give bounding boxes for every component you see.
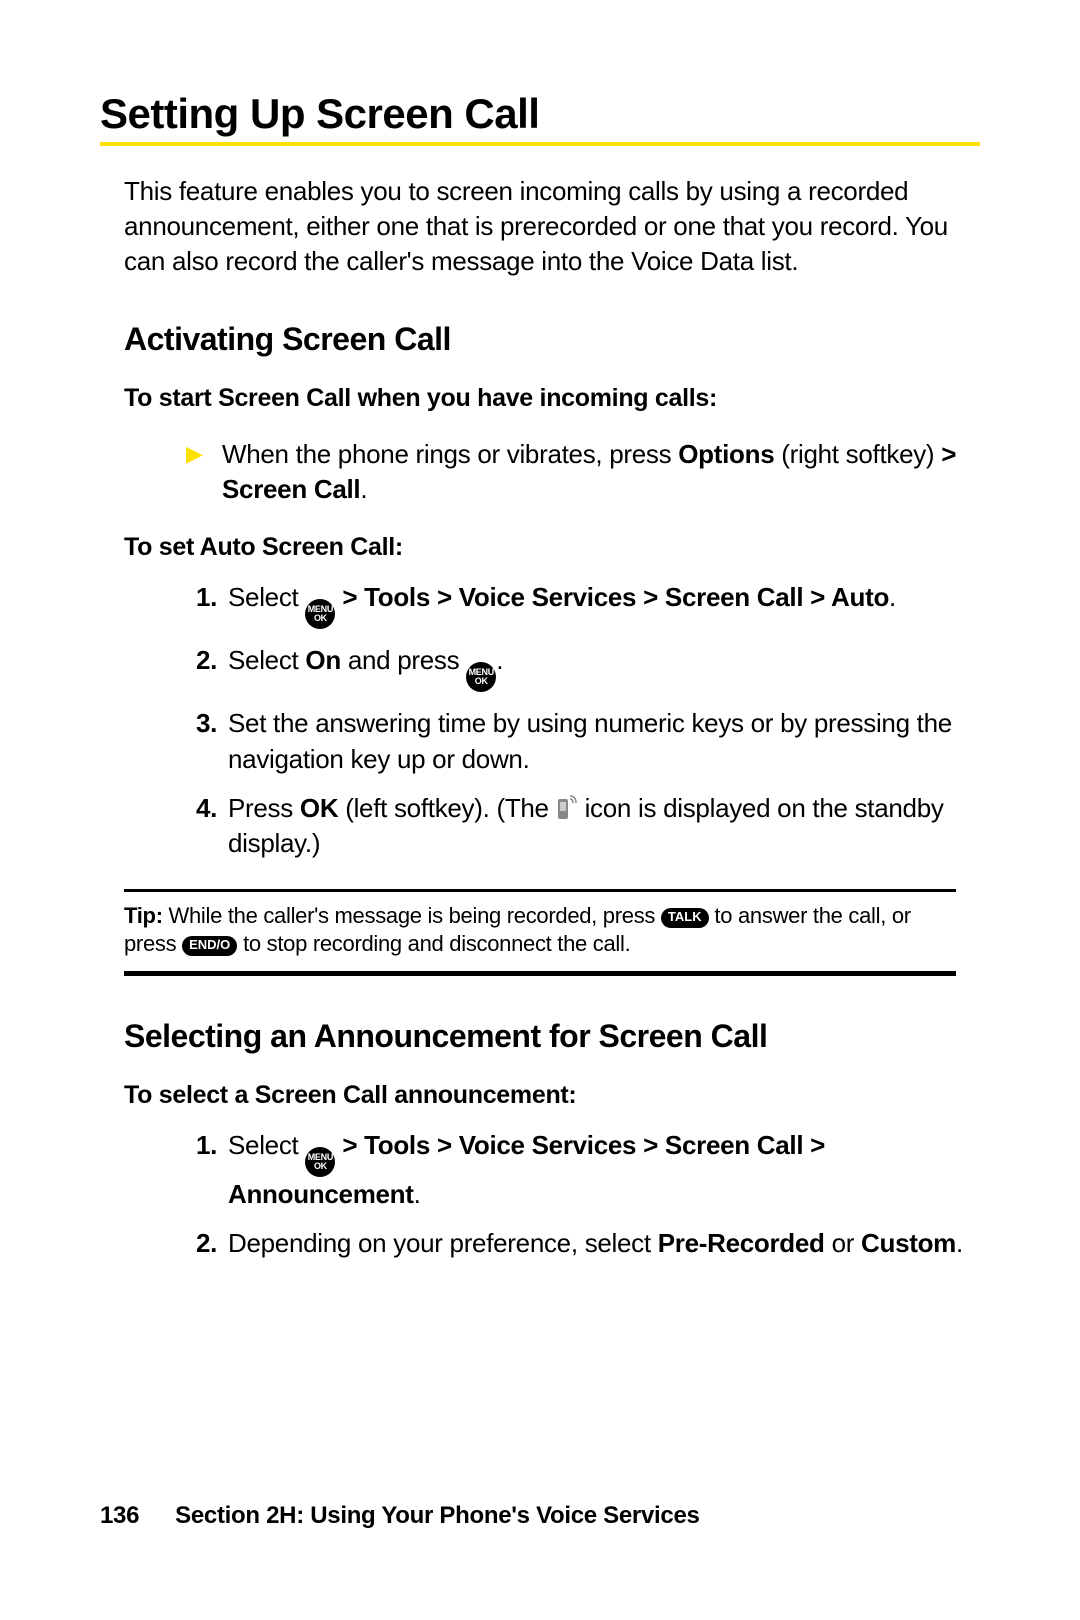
section-label: Section 2H: Using Your Phone's Voice Ser… (175, 1502, 699, 1529)
page-footer: 136 Section 2H: Using Your Phone's Voice … (100, 1502, 700, 1530)
text: . (360, 474, 367, 504)
text-bold: > Tools > Voice Services > Screen Call >… (335, 582, 889, 612)
bullet-incoming-call: ▶ When the phone rings or vibrates, pres… (186, 437, 980, 507)
menu-ok-icon: MENUOK (305, 599, 335, 629)
step-2: Select On and press MENUOK. (224, 643, 980, 692)
menu-ok-icon: MENUOK (305, 1147, 335, 1177)
end-button-icon: END/O (182, 936, 237, 956)
lead-start-screencall: To start Screen Call when you have incom… (124, 384, 980, 413)
text: or (825, 1228, 861, 1258)
intro-paragraph: This feature enables you to screen incom… (124, 174, 980, 279)
text-bold: OK (300, 793, 338, 823)
tip-label: Tip: (124, 903, 163, 928)
text: While the caller's message is being reco… (163, 903, 661, 928)
text: . (496, 645, 503, 675)
steps-announcement: Select MENUOK > Tools > Voice Services >… (186, 1128, 980, 1261)
text: to stop recording and disconnect the cal… (237, 931, 630, 956)
step-1: Select MENUOK > Tools > Voice Services >… (224, 1128, 980, 1212)
text-bold: On (305, 645, 341, 675)
text-bold: Custom (861, 1228, 956, 1258)
step-4: Press OK (left softkey). (The icon is di… (224, 791, 980, 861)
lead-auto-screencall: To set Auto Screen Call: (124, 533, 980, 562)
subheading-activating: Activating Screen Call (124, 321, 980, 358)
text: Depending on your preference, select (228, 1228, 658, 1258)
text-bold: Options (678, 439, 774, 469)
text: and press (341, 645, 466, 675)
text: Select (228, 1130, 305, 1160)
text: Press (228, 793, 300, 823)
step-3: Set the answering time by using numeric … (224, 706, 980, 776)
steps-auto: Select MENUOK > Tools > Voice Services >… (186, 580, 980, 860)
talk-button-icon: TALK (661, 908, 709, 928)
text: . (889, 582, 896, 612)
page-number: 136 (100, 1502, 139, 1529)
step-2: Depending on your preference, select Pre… (224, 1226, 980, 1261)
subheading-selecting: Selecting an Announcement for Screen Cal… (124, 1018, 980, 1055)
text: When the phone rings or vibrates, press (222, 439, 678, 469)
lead-select-announcement: To select a Screen Call announcement: (124, 1081, 980, 1110)
page-title: Setting Up Screen Call (100, 90, 980, 146)
text: . (956, 1228, 963, 1258)
step-1: Select MENUOK > Tools > Voice Services >… (224, 580, 980, 629)
text: . (414, 1179, 421, 1209)
menu-ok-icon: MENUOK (466, 662, 496, 692)
text-bold: Pre-Recorded (658, 1228, 825, 1258)
tip-box: Tip: While the caller's message is being… (124, 889, 956, 976)
text: (right softkey) (774, 439, 941, 469)
triangle-icon: ▶ (186, 439, 203, 469)
text: (left softkey). (The (338, 793, 555, 823)
phone-signal-icon (556, 795, 578, 821)
text: Select (228, 582, 305, 612)
text: Select (228, 645, 305, 675)
